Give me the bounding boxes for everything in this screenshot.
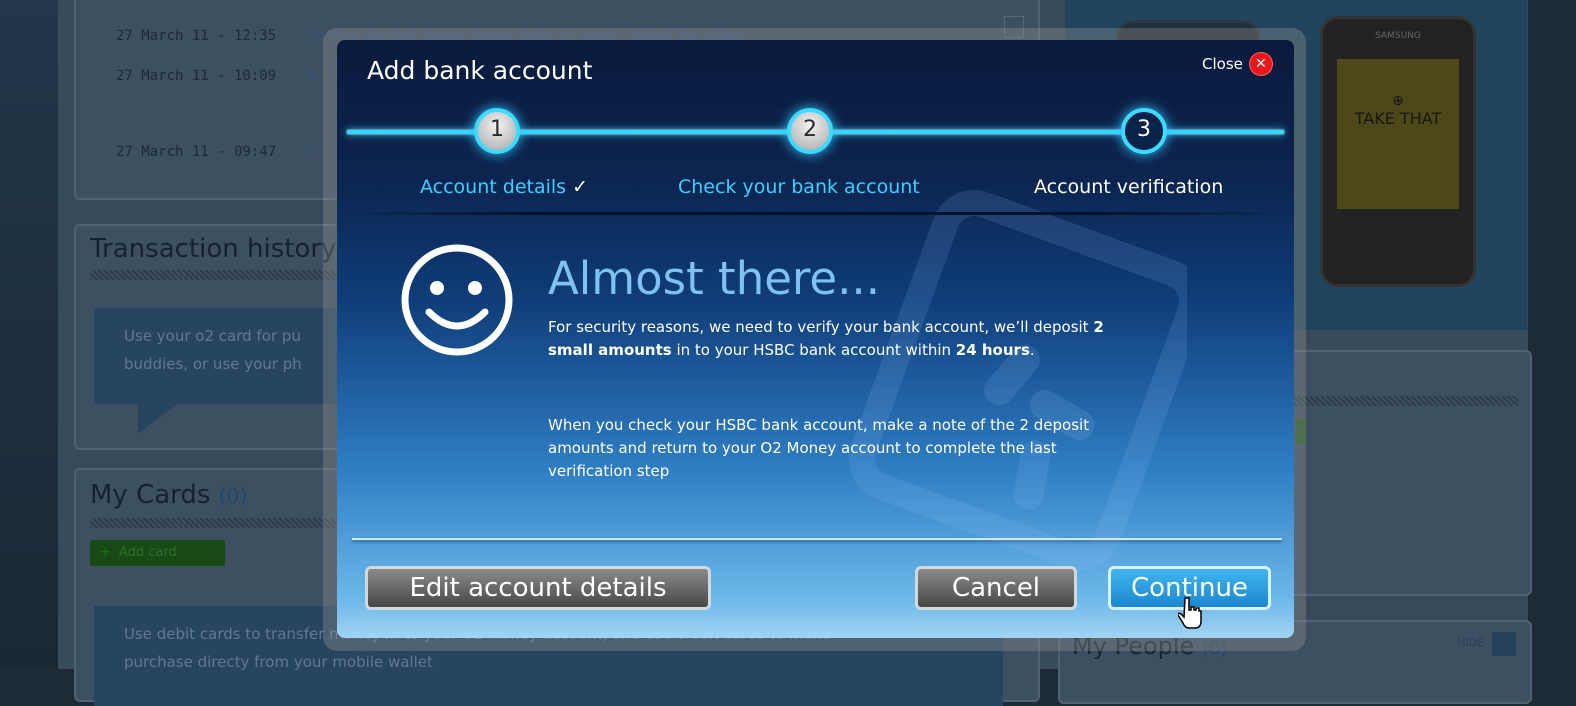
- speech-tail: [138, 404, 178, 434]
- add-card-button[interactable]: + Add card: [90, 540, 225, 566]
- plus-icon: +: [100, 545, 111, 560]
- close-label: Close: [1202, 55, 1243, 73]
- phone-image: SAMSUNG ⊕ TAKE THAT: [1320, 16, 1476, 287]
- phone-screen-text: TAKE THAT: [1354, 109, 1442, 128]
- smiley-icon: [401, 244, 513, 356]
- close-button[interactable]: Close ✕: [1202, 52, 1273, 76]
- hatch-divider: [1290, 396, 1518, 406]
- cancel-button[interactable]: Cancel: [915, 566, 1077, 610]
- my-cards-count: (0): [218, 484, 248, 508]
- log-row: 27 March 11 - 10:09 L: [116, 68, 314, 84]
- close-icon[interactable]: ✕: [1248, 52, 1273, 76]
- hide-label[interactable]: HIDE: [1457, 636, 1484, 649]
- section-title: My Cards (0): [90, 480, 247, 510]
- log-text[interactable]: C: [307, 144, 317, 160]
- step-2-circle: 2: [787, 108, 833, 154]
- left-gutter: [0, 0, 60, 669]
- log-text[interactable]: L: [307, 68, 315, 84]
- step-2-label: Check your bank account: [678, 176, 920, 198]
- logo-icon: ⊕: [1392, 93, 1404, 109]
- log-date: 27 March 11 - 09:47: [116, 144, 277, 160]
- phone-brand: SAMSUNG: [1375, 31, 1421, 41]
- section-title: Transaction history: [90, 234, 337, 264]
- modal-title: Add bank account: [367, 56, 593, 85]
- info-line: purchase directy from your mobile wallet: [124, 653, 433, 671]
- log-row: 27 March 11 - 09:47 C: [116, 144, 316, 160]
- paragraph-1: For security reasons, we need to verify …: [548, 318, 1104, 359]
- step-1-circle: 1: [474, 108, 520, 154]
- hand-cursor-icon: [1178, 597, 1202, 629]
- add-card-label: Add card: [118, 545, 177, 560]
- step-1-label: Account details ✓: [420, 176, 588, 198]
- headline: Almost there...: [548, 252, 881, 305]
- edit-account-details-button[interactable]: Edit account details: [365, 566, 711, 610]
- hide-icon[interactable]: [1492, 632, 1516, 656]
- step-separator: [337, 212, 1294, 215]
- footer-divider: [352, 538, 1282, 540]
- paragraph-2: When you check your HSBC bank account, m…: [548, 416, 1090, 480]
- step-3-circle: 3: [1121, 108, 1167, 154]
- check-icon: ✓: [572, 176, 588, 198]
- log-date: 27 March 11 - 10:09: [116, 68, 277, 84]
- add-bank-account-modal: Add bank account Close ✕ 1 2 3 Account d…: [337, 40, 1294, 638]
- log-date: 27 March 11 - 12:35: [116, 28, 277, 44]
- my-cards-title: My Cards: [90, 480, 211, 510]
- phone-screen: ⊕ TAKE THAT: [1337, 59, 1459, 209]
- step-3-label: Account verification: [1034, 176, 1224, 198]
